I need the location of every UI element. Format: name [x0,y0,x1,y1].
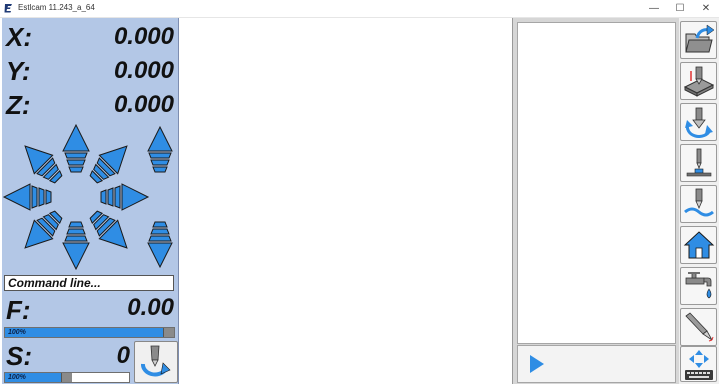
spindle-value[interactable]: 0 [117,344,130,368]
home-button[interactable] [680,226,717,264]
surface-probe-button[interactable] [680,185,717,223]
play-icon [530,355,544,373]
spindle-override-text: 100% [8,374,26,381]
laser-tool-icon [685,312,714,342]
jog-down-left-arrow-icon[interactable] [15,204,69,258]
coolant-icon [685,272,712,299]
laser-tool-button[interactable] [680,308,717,346]
surface-probe-icon [684,188,714,217]
close-button[interactable]: ✕ [693,1,719,16]
feed-override-knob[interactable] [163,328,174,337]
probe-surface-button[interactable] [680,62,717,100]
z-axis-label: Z: [6,90,31,120]
jog-z-down-arrow-icon[interactable] [147,221,173,268]
jog-keyboard-button[interactable] [680,346,717,382]
program-panel [512,18,680,384]
maximize-button[interactable]: ☐ [667,1,693,16]
spindle-override-slider[interactable]: 100% [4,372,130,383]
jog-down-right-arrow-icon[interactable] [83,204,137,258]
spindle-toggle-button[interactable] [134,341,178,383]
spindle-label: S: [6,341,32,371]
jog-pad [3,124,173,270]
command-line-input[interactable]: Command line... [4,275,174,291]
tool-change-button[interactable] [680,103,717,141]
y-axis-value[interactable]: 0.000 [114,59,174,83]
tool-change-icon [685,107,713,138]
title-bar: Estlcam 11.243_a_64 — ☐ ✕ [0,0,719,18]
feed-override-fill [5,328,174,337]
jog-up-right-arrow-icon[interactable] [83,136,137,190]
jog-keyboard-icon [685,350,713,380]
machine-control-panel: X: 0.000 Y: 0.000 Z: 0.000 Command line.… [2,18,179,384]
spindle-override-knob[interactable] [61,373,72,382]
spindle-rotate-icon [141,345,171,377]
program-list[interactable] [517,22,676,344]
minimize-button[interactable]: — [641,1,667,16]
jog-up-left-arrow-icon[interactable] [15,136,69,190]
app-logo-icon [4,4,12,13]
feed-label: F: [6,295,31,325]
home-icon [683,231,715,259]
coolant-button[interactable] [680,267,717,305]
x-axis-label: X: [6,22,32,52]
right-toolbar [679,18,719,384]
tool-length-sensor-icon [686,148,712,177]
feed-override-slider[interactable]: 100% [4,327,175,338]
y-axis-label: Y: [6,56,31,86]
probe-surface-icon [683,66,715,97]
feed-value[interactable]: 0.00 [127,296,174,320]
jog-up-arrow-icon[interactable] [62,124,90,173]
feed-override-text: 100% [8,329,26,336]
jog-z-up-arrow-icon[interactable] [147,126,173,173]
open-file-icon [685,24,715,53]
z-axis-value[interactable]: 0.000 [114,93,174,117]
start-program-button[interactable] [517,345,676,383]
window-title: Estlcam 11.243_a_64 [18,3,95,12]
open-file-button[interactable] [680,21,717,59]
workspace-area[interactable] [179,18,511,384]
jog-left-arrow-icon[interactable] [3,183,52,211]
jog-down-arrow-icon[interactable] [62,221,90,270]
jog-right-arrow-icon[interactable] [100,183,149,211]
x-axis-value[interactable]: 0.000 [114,25,174,49]
tool-length-sensor-button[interactable] [680,144,717,182]
